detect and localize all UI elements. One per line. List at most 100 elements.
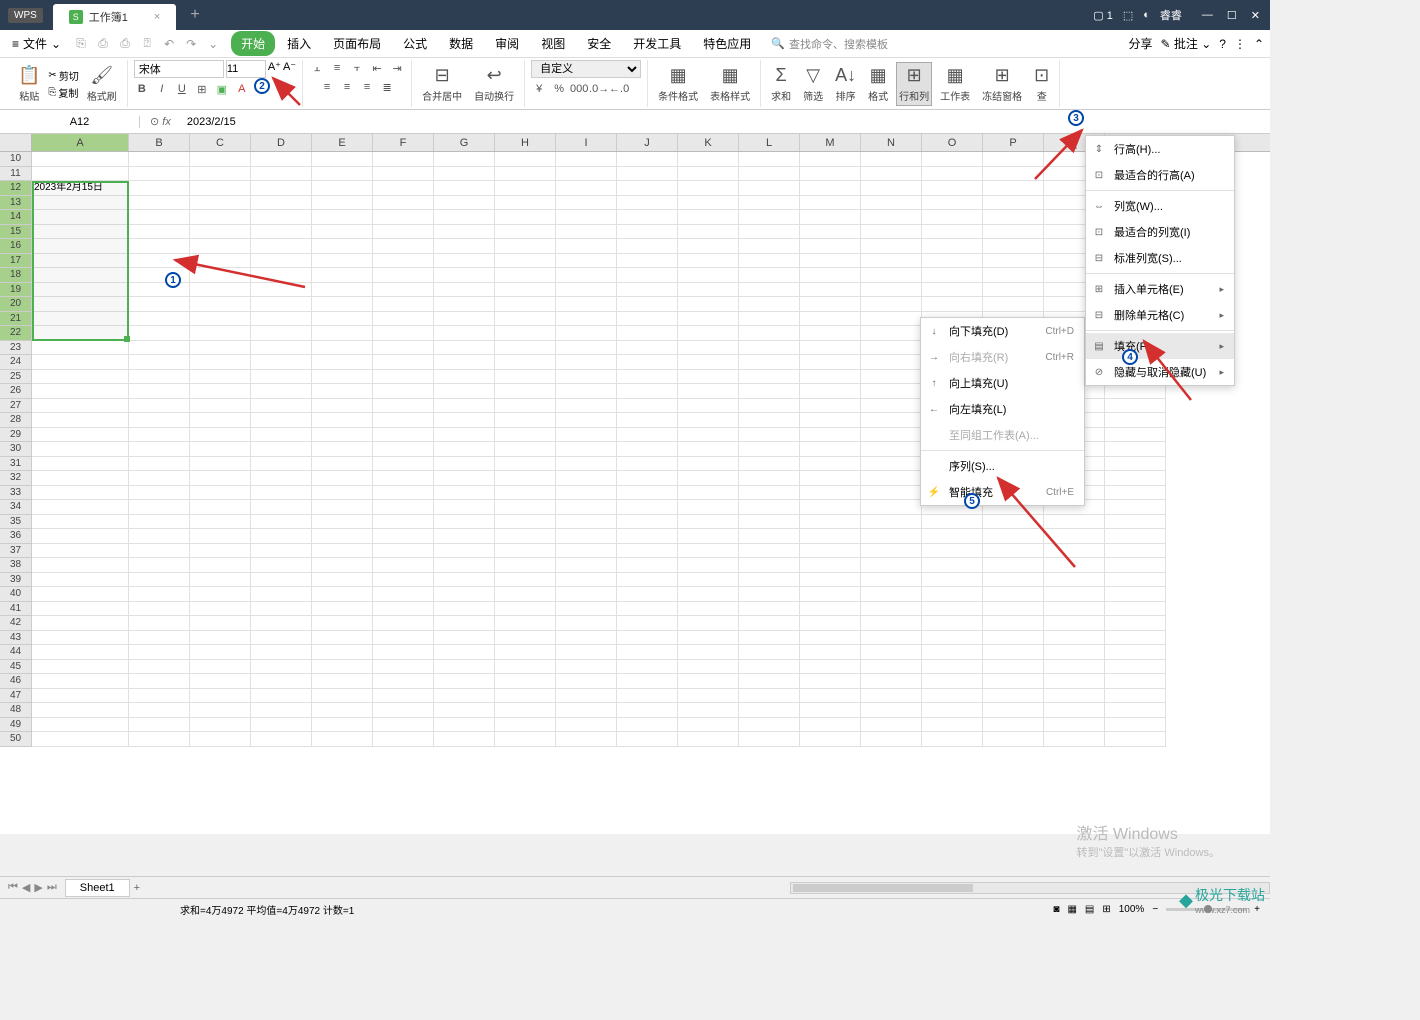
copy-button[interactable]: ⎘ 复制 bbox=[48, 85, 78, 100]
col-header[interactable]: O bbox=[922, 134, 983, 151]
cell[interactable] bbox=[678, 471, 739, 486]
cell[interactable] bbox=[32, 631, 129, 646]
cell[interactable] bbox=[251, 428, 312, 443]
view-normal-icon[interactable]: ▦ bbox=[1067, 904, 1076, 915]
cond-format-button[interactable]: ▦条件格式 bbox=[654, 65, 702, 103]
cell[interactable] bbox=[495, 718, 556, 733]
cell[interactable] bbox=[800, 529, 861, 544]
cell[interactable] bbox=[129, 718, 190, 733]
row-header[interactable]: 37 bbox=[0, 544, 32, 559]
cell[interactable] bbox=[312, 587, 373, 602]
cell[interactable] bbox=[190, 660, 251, 675]
more-icon[interactable]: ⋮ bbox=[1234, 37, 1246, 51]
sum-button[interactable]: Σ求和 bbox=[767, 65, 795, 103]
cell[interactable] bbox=[495, 674, 556, 689]
row-header[interactable]: 10 bbox=[0, 152, 32, 167]
cut-button[interactable]: ✂ 剪切 bbox=[48, 68, 78, 83]
cell[interactable] bbox=[434, 689, 495, 704]
cell[interactable] bbox=[1044, 587, 1105, 602]
cell[interactable] bbox=[800, 428, 861, 443]
cell[interactable] bbox=[434, 645, 495, 660]
cell[interactable] bbox=[129, 355, 190, 370]
cell[interactable] bbox=[32, 558, 129, 573]
cell[interactable] bbox=[32, 355, 129, 370]
cell[interactable] bbox=[373, 413, 434, 428]
cell[interactable] bbox=[190, 645, 251, 660]
cell[interactable] bbox=[556, 312, 617, 327]
cell[interactable] bbox=[312, 312, 373, 327]
row-header[interactable]: 12 bbox=[0, 181, 32, 196]
cell[interactable] bbox=[922, 718, 983, 733]
cell[interactable] bbox=[617, 442, 678, 457]
cell[interactable] bbox=[556, 384, 617, 399]
paste-button[interactable]: 📋粘贴 bbox=[14, 65, 44, 103]
cell[interactable] bbox=[617, 384, 678, 399]
cell[interactable] bbox=[861, 152, 922, 167]
cell[interactable] bbox=[495, 297, 556, 312]
cell[interactable] bbox=[312, 544, 373, 559]
cell[interactable] bbox=[861, 718, 922, 733]
cell[interactable] bbox=[190, 529, 251, 544]
cell[interactable] bbox=[32, 196, 129, 211]
cell[interactable] bbox=[373, 732, 434, 747]
cell[interactable] bbox=[1105, 544, 1166, 559]
cell[interactable] bbox=[922, 515, 983, 530]
cell[interactable] bbox=[861, 312, 922, 327]
cell[interactable] bbox=[312, 660, 373, 675]
cell[interactable] bbox=[373, 457, 434, 472]
cell[interactable] bbox=[739, 500, 800, 515]
cell[interactable] bbox=[861, 196, 922, 211]
row-header[interactable]: 13 bbox=[0, 196, 32, 211]
cell[interactable] bbox=[617, 428, 678, 443]
cell[interactable] bbox=[129, 442, 190, 457]
cell[interactable] bbox=[129, 399, 190, 414]
cell[interactable] bbox=[190, 312, 251, 327]
cell[interactable] bbox=[861, 515, 922, 530]
cell[interactable] bbox=[678, 341, 739, 356]
cell[interactable] bbox=[312, 645, 373, 660]
cell[interactable] bbox=[312, 500, 373, 515]
menu-autofit-col[interactable]: ⊡最适合的列宽(I) bbox=[1086, 219, 1234, 245]
border-button[interactable]: ⊞ bbox=[194, 81, 210, 97]
cell[interactable] bbox=[1105, 573, 1166, 588]
cell[interactable] bbox=[251, 341, 312, 356]
cell[interactable] bbox=[312, 674, 373, 689]
cell[interactable] bbox=[922, 573, 983, 588]
cell[interactable] bbox=[373, 645, 434, 660]
cell[interactable] bbox=[129, 167, 190, 182]
cell[interactable] bbox=[678, 196, 739, 211]
cell[interactable] bbox=[678, 225, 739, 240]
col-header[interactable]: J bbox=[617, 134, 678, 151]
cell[interactable] bbox=[434, 181, 495, 196]
cell[interactable] bbox=[495, 544, 556, 559]
cell[interactable] bbox=[251, 529, 312, 544]
italic-button[interactable]: I bbox=[154, 81, 170, 97]
cell[interactable] bbox=[434, 384, 495, 399]
tab-security[interactable]: 安全 bbox=[577, 31, 621, 56]
cell[interactable] bbox=[190, 558, 251, 573]
cell[interactable] bbox=[556, 732, 617, 747]
row-header[interactable]: 38 bbox=[0, 558, 32, 573]
cell[interactable] bbox=[800, 500, 861, 515]
freeze-button[interactable]: ⊞冻结窗格 bbox=[978, 65, 1026, 103]
cell[interactable] bbox=[434, 558, 495, 573]
cell[interactable] bbox=[678, 399, 739, 414]
cell[interactable] bbox=[312, 689, 373, 704]
row-header[interactable]: 18 bbox=[0, 268, 32, 283]
cell[interactable] bbox=[678, 268, 739, 283]
cell[interactable] bbox=[312, 254, 373, 269]
cell[interactable] bbox=[373, 689, 434, 704]
cell[interactable] bbox=[251, 152, 312, 167]
cell[interactable] bbox=[678, 515, 739, 530]
cell[interactable] bbox=[373, 341, 434, 356]
cell[interactable] bbox=[1044, 602, 1105, 617]
cell[interactable] bbox=[1044, 703, 1105, 718]
cell[interactable] bbox=[251, 689, 312, 704]
command-search[interactable]: 🔍 查找命令、搜索模板 bbox=[771, 36, 888, 52]
cell[interactable] bbox=[861, 529, 922, 544]
cell[interactable] bbox=[861, 703, 922, 718]
cell[interactable] bbox=[800, 413, 861, 428]
cell[interactable] bbox=[495, 616, 556, 631]
cell[interactable] bbox=[556, 297, 617, 312]
cell[interactable] bbox=[1105, 486, 1166, 501]
